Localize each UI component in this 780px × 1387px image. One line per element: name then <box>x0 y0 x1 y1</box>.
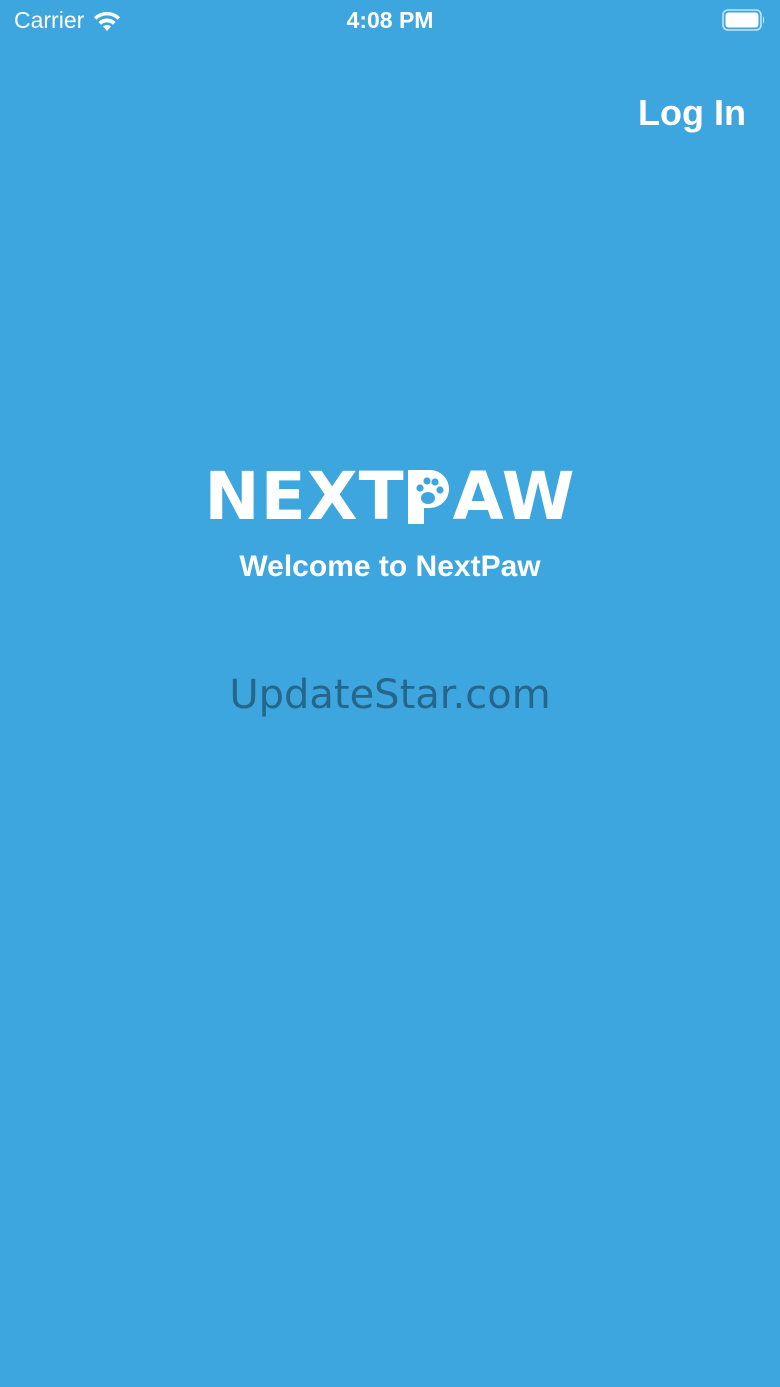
login-button[interactable]: Log In <box>638 92 746 134</box>
status-bar: Carrier 4:08 PM <box>0 0 780 40</box>
status-time: 4:08 PM <box>346 7 434 33</box>
nextpaw-logo: NEXT AW <box>204 462 575 532</box>
logo-text-next: NEXT <box>204 458 405 535</box>
watermark-text: UpdateStar.com <box>229 672 551 718</box>
logo-container: NEXT AW <box>0 462 780 532</box>
logo-text-aw: AW <box>452 458 576 535</box>
battery-icon <box>722 9 765 31</box>
welcome-text: Welcome to NextPaw <box>239 550 541 583</box>
paw-p-icon <box>407 470 449 524</box>
